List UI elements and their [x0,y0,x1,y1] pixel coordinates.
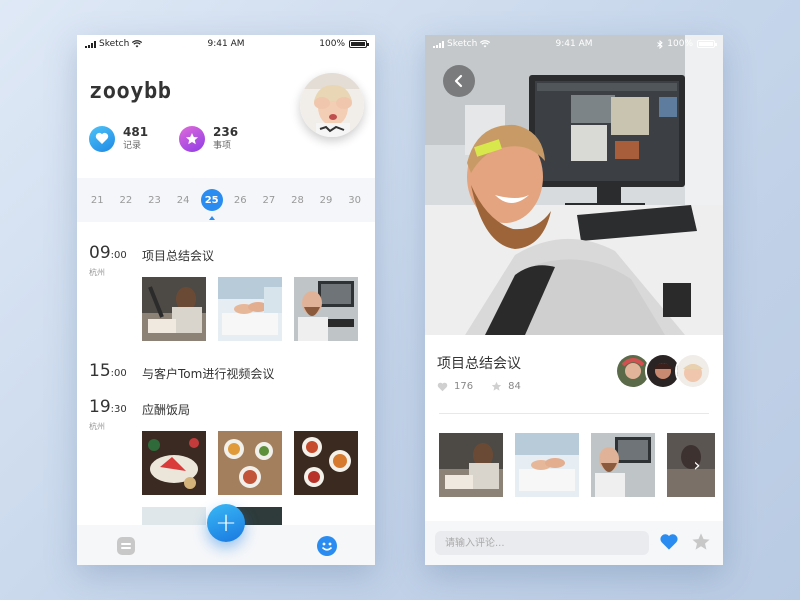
records-count: 481 [123,125,149,139]
like-button[interactable] [659,533,679,555]
participant-avatar[interactable] [675,353,711,389]
status-bar: Sketch 9:41 AM 100% [77,35,375,53]
date-item[interactable]: 21 [86,195,108,206]
list-tab-icon[interactable] [117,537,135,555]
comment-input[interactable] [435,531,649,555]
event-city: 杭州 [89,268,105,277]
battery-percent: 100% [667,39,693,49]
schedule-screen: Sketch 9:41 AM 100% zooybb 481 记录 236 事项… [77,35,375,565]
battery-percent: 100% [319,39,345,49]
wifi-icon [480,40,491,48]
event-title: 项目总结会议 [142,249,215,263]
event-photo[interactable] [294,431,358,495]
likes-count: 176 [454,381,474,392]
gallery-photo[interactable] [515,433,579,497]
stars-stat[interactable]: 84 [491,381,521,392]
likes-stat[interactable]: 176 [437,381,473,392]
date-item[interactable]: 27 [258,195,280,206]
event-title: 项目总结会议 [437,356,521,372]
event-time: 19:30 [89,397,127,417]
battery-icon [697,40,717,48]
heart-icon [660,534,678,550]
chevron-left-icon [454,74,463,88]
profile-avatar[interactable] [300,73,364,137]
event-title: 应酬饭局 [142,403,191,417]
star-icon [491,381,502,391]
date-item[interactable]: 29 [315,195,337,206]
event-photo[interactable] [142,277,206,341]
event-detail-screen: Sketch 9:41 AM 100% 项目总结会议 176 84 › 请输入评… [425,35,723,565]
heart-icon [89,125,115,152]
date-item[interactable]: 22 [115,195,137,206]
carrier-label: Sketch [99,39,130,49]
event-title: 与客户Tom进行视频会议 [142,367,275,381]
battery-icon [349,40,369,48]
event-photo[interactable] [142,431,206,495]
event-photo[interactable] [294,277,358,341]
date-strip: 21 22 23 24 25 26 27 28 29 30 [77,178,375,222]
username: zooybb [89,79,172,104]
event-city: 杭州 [89,422,105,431]
star-icon [179,125,205,152]
tasks-stat[interactable]: 236 事项 [179,125,238,152]
records-stat[interactable]: 481 记录 [89,125,148,152]
star-icon [692,533,710,550]
date-item[interactable]: 26 [229,195,251,206]
heart-icon [437,382,448,391]
stars-count: 84 [508,381,521,392]
signal-icon [433,40,444,48]
favorite-button[interactable] [691,532,711,556]
event-photo[interactable] [218,277,282,341]
date-item-selected[interactable]: 25 [200,189,223,220]
tasks-count: 236 [213,125,239,139]
participants[interactable] [615,353,711,389]
date-item[interactable]: 30 [344,195,366,206]
comment-bar [425,521,723,565]
back-button[interactable] [443,65,475,97]
date-item[interactable]: 28 [286,195,308,206]
records-label: 记录 [123,141,142,151]
signal-icon [85,40,96,48]
divider [439,413,709,414]
status-bar: Sketch 9:41 AM 100% [425,35,723,53]
gallery-photo[interactable] [591,433,655,497]
profile-tab-icon[interactable] [317,536,337,556]
tasks-label: 事项 [213,141,232,151]
event-photo[interactable] [218,431,282,495]
add-event-button[interactable]: + [207,504,245,542]
date-item[interactable]: 23 [143,195,165,206]
event-time: 15:00 [89,361,127,381]
gallery-photo[interactable] [439,433,503,497]
photo-gallery [439,433,715,497]
wifi-icon [132,40,143,48]
carrier-label: Sketch [447,39,478,49]
chevron-right-icon[interactable]: › [687,453,707,477]
tab-bar: + [77,504,375,565]
bluetooth-icon [657,39,664,49]
event-time: 09:00 [89,243,127,263]
date-item[interactable]: 24 [172,195,194,206]
